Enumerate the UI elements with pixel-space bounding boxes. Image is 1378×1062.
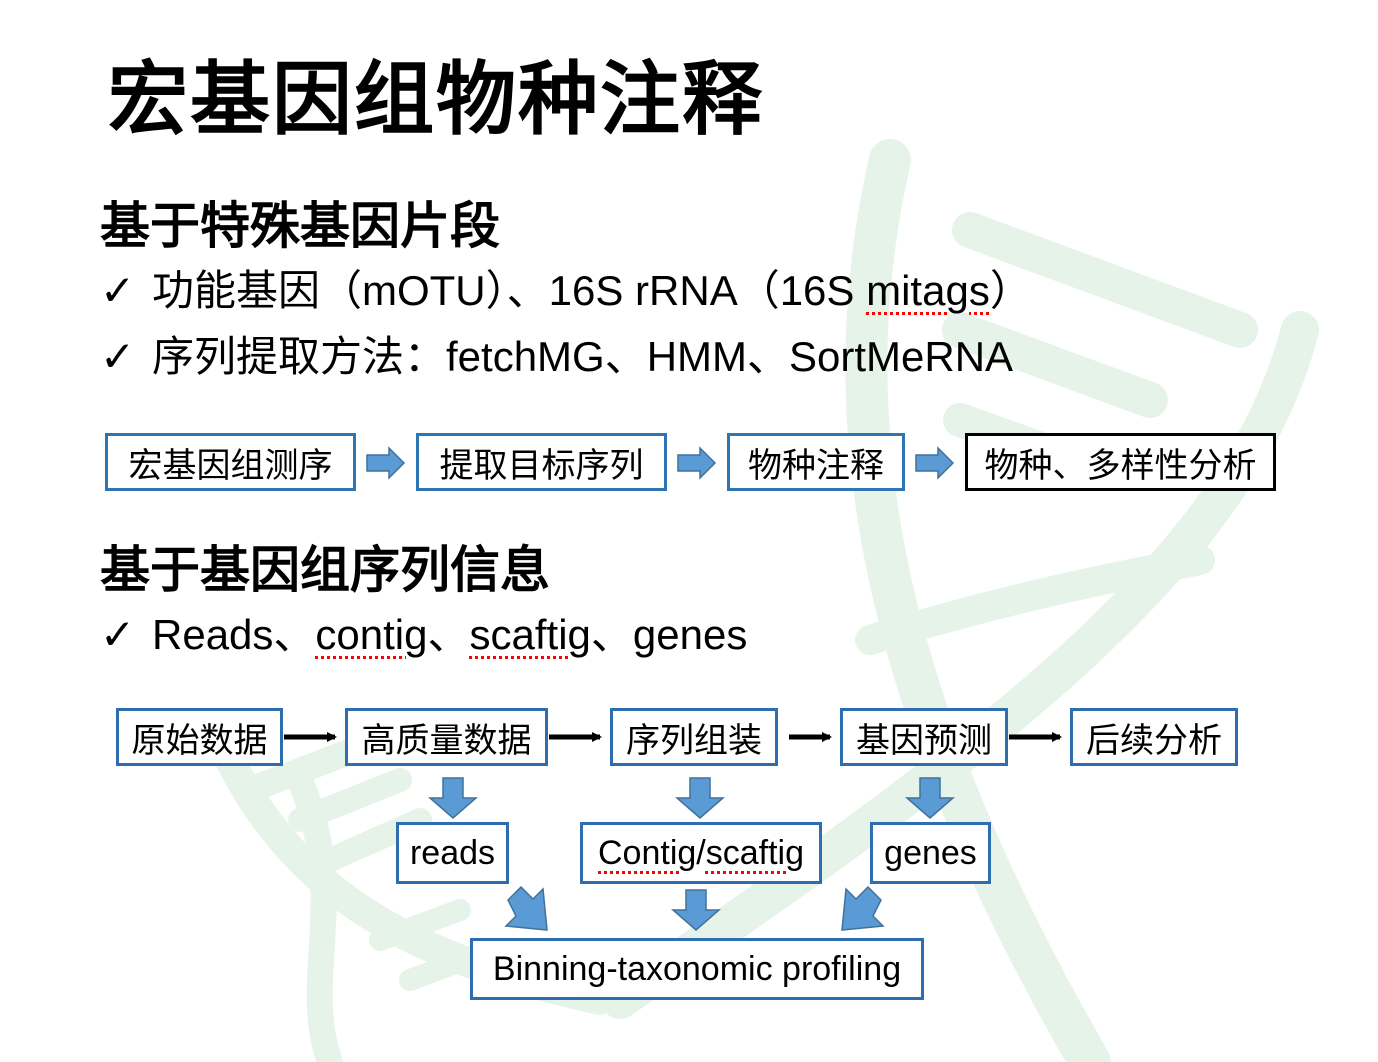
bullet-text: 序列提取方法：fetchMG、HMM、SortMeRNA	[152, 333, 1014, 380]
spellcheck-word: scaftig	[469, 611, 591, 658]
bullet-text-part: 、	[427, 611, 470, 658]
flow-step-label: 高质量数据	[361, 721, 532, 760]
section-heading-special-genes: 基于特殊基因片段	[100, 198, 500, 254]
bullet-functional-genes: ✓ 功能基因（mOTU）、16S rRNA（16S mitags）	[100, 266, 1032, 316]
flow-step-label: 原始数据	[131, 721, 268, 760]
bullet-text-part: Reads、	[152, 611, 316, 658]
flow-step-label: 后续分析	[1086, 721, 1222, 760]
output-reads: reads	[396, 822, 509, 884]
flow-step-label: 物种、多样性分析	[984, 446, 1257, 485]
check-icon: ✓	[100, 333, 136, 380]
flow2-step-clean-data: 高质量数据	[345, 708, 548, 766]
dna-watermark	[215, 139, 1319, 1062]
output-label: reads	[409, 833, 496, 872]
flow1-step-extract: 提取目标序列	[416, 433, 667, 491]
flow1-step-annotation: 物种注释	[727, 433, 905, 491]
bullet-text-part: 功能基因（mOTU）、16S rRNA（16S	[152, 267, 867, 314]
flow2-step-assembly: 序列组装	[610, 708, 778, 766]
output-label: genes	[884, 833, 977, 872]
separator: /	[696, 833, 706, 872]
flow1-step-sequencing: 宏基因组测序	[105, 433, 356, 491]
flow-step-label: 基因预测	[856, 721, 992, 760]
spellcheck-word: Contig	[598, 833, 697, 872]
flow1-step-diversity: 物种、多样性分析	[965, 433, 1276, 491]
output-label: Contig/scaftig	[598, 834, 804, 873]
section-heading-genome-seq: 基于基因组序列信息	[100, 542, 550, 598]
spellcheck-word: mitags	[866, 267, 990, 314]
flow2-step-downstream: 后续分析	[1070, 708, 1238, 766]
bullet-extraction-methods: ✓ 序列提取方法：fetchMG、HMM、SortMeRNA	[100, 332, 1013, 382]
bullet-data-types: ✓ Reads、contig、scaftig、genes	[100, 610, 747, 660]
flow-step-label: 序列组装	[626, 721, 762, 760]
slide-title: 宏基因组物种注释	[108, 55, 764, 144]
flow2-step-gene-prediction: 基因预测	[840, 708, 1008, 766]
output-label: Binning-taxonomic profiling	[492, 949, 902, 988]
output-genes: genes	[870, 822, 991, 884]
check-icon: ✓	[100, 267, 136, 314]
binning-taxonomic-profiling-box: Binning-taxonomic profiling	[470, 938, 924, 1000]
flow-step-label: 提取目标序列	[439, 446, 644, 485]
bullet-text-part: 、genes	[590, 611, 748, 658]
spellcheck-word: scaftig	[705, 833, 804, 872]
spellcheck-word: contig	[315, 611, 428, 658]
bullet-text-part: ）	[989, 267, 1032, 314]
flow2-step-raw-data: 原始数据	[116, 708, 283, 766]
output-contig-scaftig: Contig/scaftig	[580, 822, 822, 884]
flow-step-label: 宏基因组测序	[128, 446, 333, 485]
check-icon: ✓	[100, 611, 136, 658]
flow-step-label: 物种注释	[748, 446, 884, 485]
